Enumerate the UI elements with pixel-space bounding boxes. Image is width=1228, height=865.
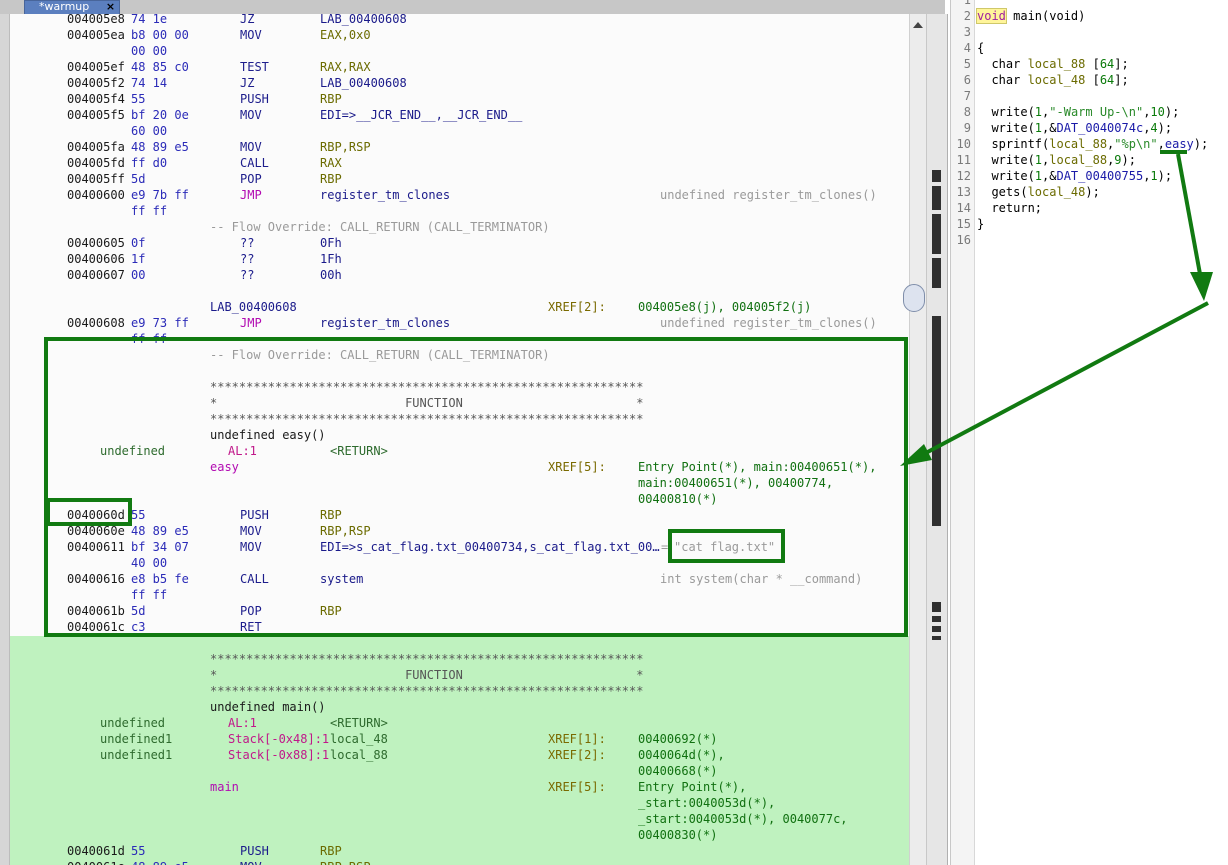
annotation-arrow-segment	[1176, 153, 1202, 275]
annotation-box-string	[668, 529, 785, 563]
annotation-overlay	[44, 150, 1213, 637]
annotation-box-address	[46, 498, 132, 526]
annotation-box-easy-function	[44, 337, 908, 637]
annotation-arrow-segment	[921, 301, 1209, 457]
annotation-arrowhead	[1190, 272, 1213, 301]
